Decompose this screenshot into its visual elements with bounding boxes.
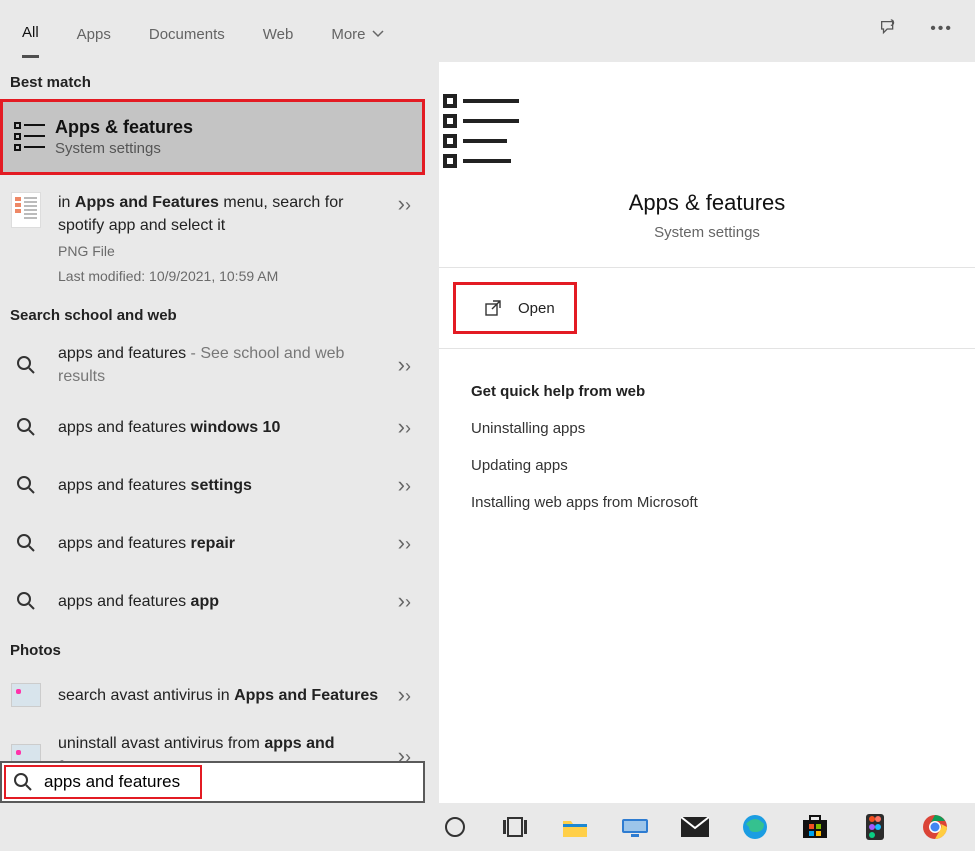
settings-list-icon [7, 113, 55, 161]
file-thumbnail-icon [10, 191, 42, 229]
search-box[interactable] [0, 761, 425, 803]
tab-more[interactable]: More [331, 20, 383, 43]
photo-result[interactable]: search avast antivirus in Apps and Featu… [0, 667, 425, 723]
section-best-match: Best match [0, 62, 425, 99]
results-pane: Best match Apps & features System settin… [0, 62, 425, 803]
chrome-icon[interactable] [920, 812, 950, 842]
search-filter-tabs: All Apps Documents Web More ••• [0, 0, 975, 62]
tab-all[interactable]: All [22, 18, 39, 58]
help-link[interactable]: Installing web apps from Microsoft [471, 494, 975, 511]
open-icon [484, 299, 502, 317]
tab-apps[interactable]: Apps [77, 20, 111, 43]
search-icon [10, 408, 42, 446]
best-match-title: Apps & features [55, 117, 193, 138]
cortana-icon[interactable] [440, 812, 470, 842]
chevron-right-icon[interactable]: › [398, 352, 411, 378]
web-result[interactable]: apps and features windows 10 › [0, 398, 425, 456]
section-search-web: Search school and web [0, 295, 425, 332]
chevron-right-icon[interactable]: › [398, 530, 411, 556]
search-input[interactable] [44, 763, 423, 801]
preview-title: Apps & features [439, 190, 975, 216]
section-photos: Photos [0, 630, 425, 667]
open-button[interactable]: Open [453, 282, 577, 334]
search-icon [10, 582, 42, 620]
file-result-type: PNG File [58, 241, 390, 261]
figma-icon[interactable] [860, 812, 890, 842]
chevron-right-icon[interactable]: › [398, 588, 411, 614]
taskbar [0, 803, 975, 851]
web-result[interactable]: apps and features - See school and web r… [0, 332, 425, 398]
mail-icon[interactable] [680, 812, 710, 842]
search-icon [10, 346, 42, 384]
chevron-right-icon[interactable]: › [398, 682, 411, 708]
divider [439, 267, 975, 268]
file-result-modified: Last modified: 10/9/2021, 10:59 AM [58, 266, 390, 286]
file-result-text: in Apps and Features menu, search for sp… [58, 194, 343, 234]
preview-subtitle: System settings [439, 224, 975, 241]
chevron-right-icon[interactable]: › [398, 414, 411, 440]
feedback-icon[interactable] [878, 18, 900, 40]
edge-icon[interactable] [740, 812, 770, 842]
file-explorer-icon[interactable] [560, 812, 590, 842]
tab-documents[interactable]: Documents [149, 20, 225, 43]
search-icon [10, 466, 42, 504]
best-match-subtitle: System settings [55, 140, 193, 157]
tab-web[interactable]: Web [263, 20, 294, 43]
file-result[interactable]: in Apps and Features menu, search for sp… [0, 175, 425, 295]
search-icon [10, 524, 42, 562]
search-icon [2, 772, 44, 792]
settings-list-large-icon [439, 90, 527, 168]
microsoft-store-icon[interactable] [800, 812, 830, 842]
web-result[interactable]: apps and features app › [0, 572, 425, 630]
web-result[interactable]: apps and features repair › [0, 514, 425, 572]
more-options-icon[interactable]: ••• [930, 20, 953, 38]
task-view-icon[interactable] [500, 812, 530, 842]
help-link[interactable]: Uninstalling apps [471, 420, 975, 437]
help-header: Get quick help from web [471, 383, 975, 400]
preview-pane: Apps & features System settings Open Get… [439, 62, 975, 803]
chevron-right-icon[interactable]: › [398, 472, 411, 498]
web-result[interactable]: apps and features settings › [0, 456, 425, 514]
best-match-result[interactable]: Apps & features System settings [0, 99, 425, 175]
tab-more-label: More [331, 26, 365, 43]
open-label: Open [518, 300, 555, 317]
onscreen-keyboard-icon[interactable] [620, 812, 650, 842]
help-link[interactable]: Updating apps [471, 457, 975, 474]
photo-thumbnail-icon [10, 676, 42, 714]
chevron-right-icon[interactable]: › [398, 191, 411, 217]
chevron-down-icon [372, 30, 384, 38]
